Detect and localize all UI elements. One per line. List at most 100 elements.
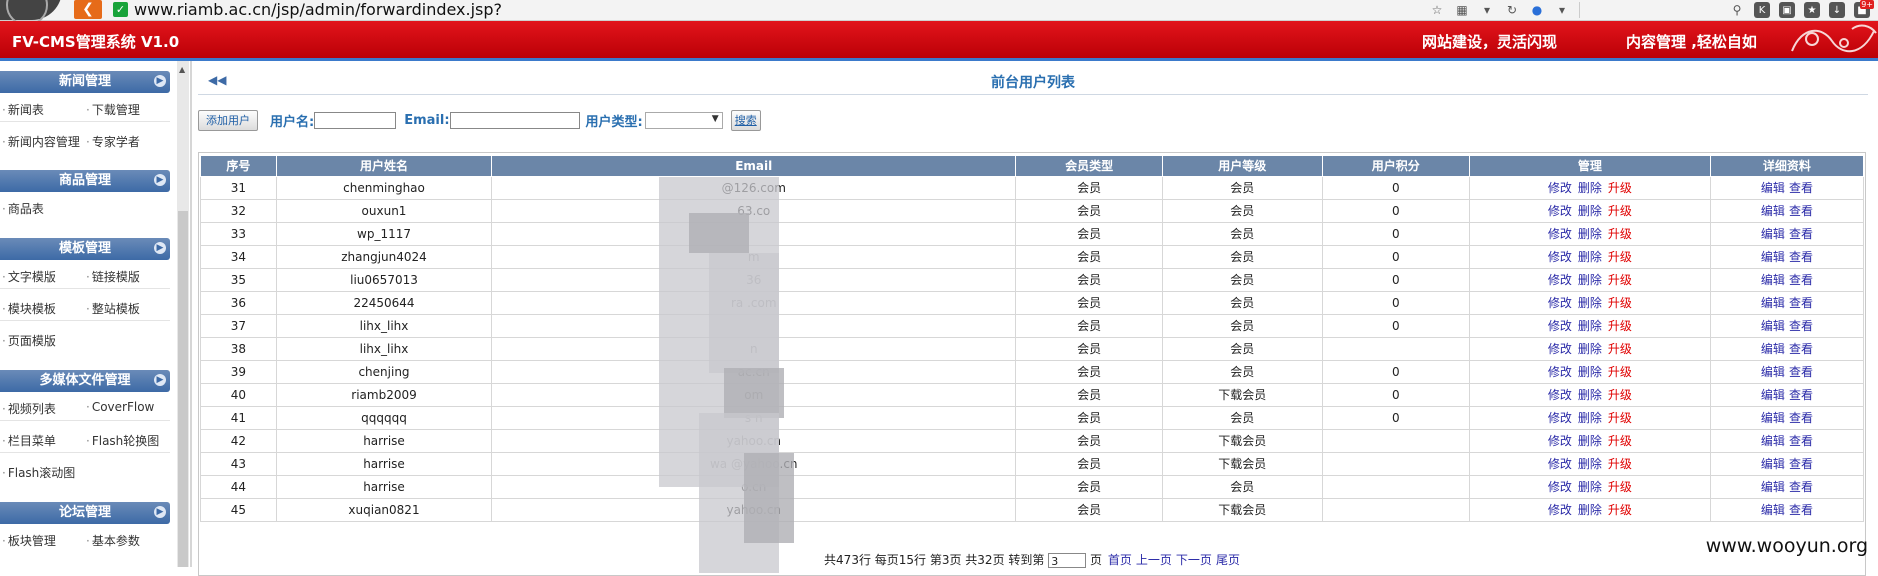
modify-link[interactable]: 修改: [1548, 457, 1572, 471]
modify-link[interactable]: 修改: [1548, 342, 1572, 356]
edit-link[interactable]: 编辑: [1761, 319, 1785, 333]
paw-icon[interactable]: ●: [1529, 2, 1545, 18]
view-link[interactable]: 查看: [1789, 411, 1813, 425]
sidebar-section-media[interactable]: 多媒体文件管理 ▶: [0, 370, 170, 392]
sidebar-item-page-template[interactable]: 页面模版: [2, 332, 56, 349]
upgrade-link[interactable]: 升级: [1608, 342, 1632, 356]
upgrade-link[interactable]: 升级: [1608, 480, 1632, 494]
upgrade-link[interactable]: 升级: [1608, 319, 1632, 333]
delete-link[interactable]: 删除: [1578, 273, 1602, 287]
sidebar-scrollbar[interactable]: ▲: [177, 61, 189, 567]
sidebar-item-site-template[interactable]: 整站模板: [86, 300, 140, 317]
upgrade-link[interactable]: 升级: [1608, 204, 1632, 218]
modify-link[interactable]: 修改: [1548, 296, 1572, 310]
delete-link[interactable]: 删除: [1578, 503, 1602, 517]
upgrade-link[interactable]: 升级: [1608, 503, 1632, 517]
view-link[interactable]: 查看: [1789, 250, 1813, 264]
modify-link[interactable]: 修改: [1548, 480, 1572, 494]
upgrade-link[interactable]: 升级: [1608, 457, 1632, 471]
email-input[interactable]: [449, 111, 580, 129]
collapse-sidebar-icon[interactable]: ◀◀: [208, 73, 226, 87]
edit-link[interactable]: 编辑: [1761, 181, 1785, 195]
delete-link[interactable]: 删除: [1578, 181, 1602, 195]
sidebar-item-flash-scroll[interactable]: Flash滚动图: [2, 464, 75, 481]
upgrade-link[interactable]: 升级: [1608, 388, 1632, 402]
dropdown-icon[interactable]: ▾: [1479, 2, 1495, 18]
modify-link[interactable]: 修改: [1548, 411, 1572, 425]
search-button[interactable]: 搜索: [730, 109, 761, 131]
bookmark-icon[interactable]: ★: [1804, 2, 1820, 18]
view-link[interactable]: 查看: [1789, 204, 1813, 218]
sidebar-item-flash-carousel[interactable]: Flash轮换图: [86, 432, 159, 449]
modify-link[interactable]: 修改: [1548, 319, 1572, 333]
edit-link[interactable]: 编辑: [1761, 342, 1785, 356]
upgrade-link[interactable]: 升级: [1608, 250, 1632, 264]
view-link[interactable]: 查看: [1789, 434, 1813, 448]
sidebar-item-module-template[interactable]: 模块模板: [2, 300, 56, 317]
delete-link[interactable]: 删除: [1578, 480, 1602, 494]
sidebar-section-templates[interactable]: 模板管理 ▶: [0, 238, 170, 260]
first-page-link[interactable]: 首页: [1108, 553, 1132, 567]
scrollbar-thumb[interactable]: [178, 211, 188, 567]
upgrade-link[interactable]: 升级: [1608, 296, 1632, 310]
sidebar-item-video-list[interactable]: 视频列表: [2, 400, 56, 417]
sidebar-section-news[interactable]: 新闻管理 ▶: [0, 71, 170, 93]
sidebar-item-column-menu[interactable]: 栏目菜单: [2, 432, 56, 449]
sidebar-section-products[interactable]: 商品管理 ▶: [0, 170, 170, 192]
view-link[interactable]: 查看: [1789, 319, 1813, 333]
edit-link[interactable]: 编辑: [1761, 388, 1785, 402]
usertype-select[interactable]: ▼: [644, 111, 723, 129]
delete-link[interactable]: 删除: [1578, 388, 1602, 402]
sidebar-item-coverflow[interactable]: CoverFlow: [86, 400, 155, 414]
modify-link[interactable]: 修改: [1548, 503, 1572, 517]
view-link[interactable]: 查看: [1789, 273, 1813, 287]
modify-link[interactable]: 修改: [1548, 388, 1572, 402]
modify-link[interactable]: 修改: [1548, 181, 1572, 195]
edit-link[interactable]: 编辑: [1761, 503, 1785, 517]
edit-link[interactable]: 编辑: [1761, 434, 1785, 448]
star-icon[interactable]: ☆: [1429, 2, 1445, 18]
delete-link[interactable]: 删除: [1578, 296, 1602, 310]
delete-link[interactable]: 删除: [1578, 342, 1602, 356]
view-link[interactable]: 查看: [1789, 503, 1813, 517]
prev-page-link[interactable]: 上一页: [1136, 553, 1172, 567]
sidebar-item-link-template[interactable]: 链接模版: [86, 268, 140, 285]
sidebar-item-news-table[interactable]: 新闻表: [2, 101, 44, 118]
extension-icon[interactable]: ■ 9+: [1854, 0, 1874, 18]
view-link[interactable]: 查看: [1789, 365, 1813, 379]
browser-search-field[interactable]: [1579, 2, 1720, 18]
edit-link[interactable]: 编辑: [1761, 227, 1785, 241]
reader-icon[interactable]: ▦: [1454, 2, 1470, 18]
upgrade-link[interactable]: 升级: [1608, 365, 1632, 379]
username-input[interactable]: [314, 111, 397, 129]
sidebar-section-forum[interactable]: 论坛管理 ▶: [0, 502, 170, 524]
search-icon[interactable]: ⚲: [1729, 2, 1745, 18]
download-icon[interactable]: ↓: [1829, 2, 1845, 18]
delete-link[interactable]: 删除: [1578, 434, 1602, 448]
delete-link[interactable]: 删除: [1578, 250, 1602, 264]
page-number-input[interactable]: 3: [1048, 553, 1087, 568]
modify-link[interactable]: 修改: [1548, 434, 1572, 448]
browser-logo[interactable]: [0, 0, 62, 26]
modify-link[interactable]: 修改: [1548, 204, 1572, 218]
k-icon[interactable]: K: [1754, 2, 1770, 18]
edit-link[interactable]: 编辑: [1761, 457, 1785, 471]
edit-link[interactable]: 编辑: [1761, 480, 1785, 494]
view-link[interactable]: 查看: [1789, 457, 1813, 471]
sidebar-item-product-table[interactable]: 商品表: [2, 200, 44, 217]
modify-link[interactable]: 修改: [1548, 365, 1572, 379]
view-link[interactable]: 查看: [1789, 342, 1813, 356]
delete-link[interactable]: 删除: [1578, 411, 1602, 425]
edit-link[interactable]: 编辑: [1761, 365, 1785, 379]
address-bar[interactable]: www.riamb.ac.cn/jsp/admin/forwardindex.j…: [134, 0, 502, 20]
sidebar-item-text-template[interactable]: 文字模版: [2, 268, 56, 285]
view-link[interactable]: 查看: [1789, 480, 1813, 494]
view-link[interactable]: 查看: [1789, 296, 1813, 310]
sidebar-item-board-management[interactable]: 板块管理: [2, 532, 56, 549]
view-link[interactable]: 查看: [1789, 181, 1813, 195]
lock-icon[interactable]: ▣: [1779, 2, 1795, 18]
edit-link[interactable]: 编辑: [1761, 296, 1785, 310]
panel-divider[interactable]: [190, 61, 192, 567]
sidebar-item-download[interactable]: 下载管理: [86, 101, 140, 118]
edit-link[interactable]: 编辑: [1761, 250, 1785, 264]
